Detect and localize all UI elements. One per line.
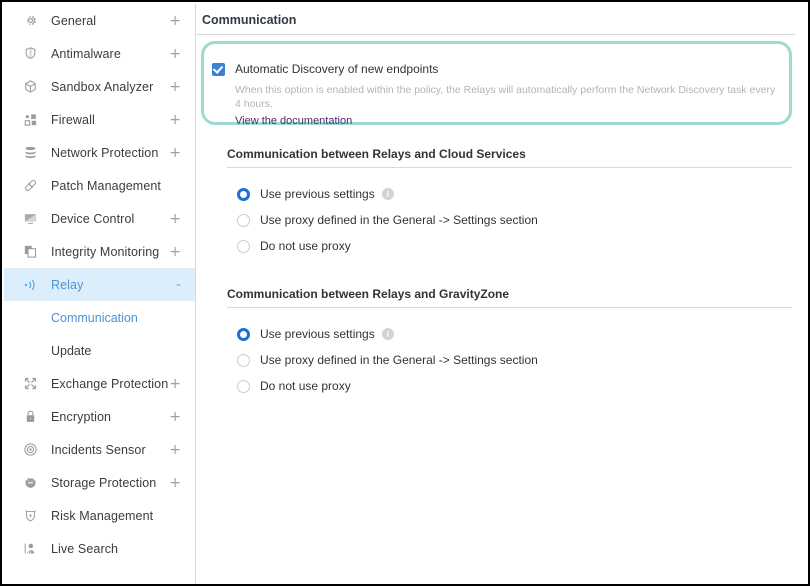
- sidebar-expander[interactable]: +: [169, 47, 181, 61]
- radio-label: Use proxy defined in the General -> Sett…: [260, 213, 538, 227]
- sidebar-item-patch-management[interactable]: Patch Management: [4, 169, 195, 202]
- radio-do-not-use-proxy[interactable]: [237, 239, 250, 253]
- bandage-icon: [20, 176, 40, 196]
- sidebar-item-label: General: [51, 13, 97, 28]
- view-documentation-link[interactable]: View the documentation: [235, 115, 352, 127]
- radio-row-use-proxy-general-settings[interactable]: Use proxy defined in the General -> Sett…: [237, 207, 792, 233]
- sidebar-item-label: Incidents Sensor: [51, 442, 146, 457]
- radio-row-do-not-use-proxy[interactable]: Do not use proxy: [237, 233, 792, 259]
- sidebar-item-general[interactable]: General +: [4, 4, 195, 37]
- main-content: Communication Automatic Discovery of new…: [197, 4, 806, 582]
- automatic-discovery-highlight-box: Automatic Discovery of new endpoints Whe…: [201, 41, 792, 127]
- sidebar-item-label: Encryption: [51, 409, 112, 424]
- radio-label: Use previous settings: [260, 327, 375, 341]
- storage-icon: [20, 473, 40, 493]
- sidebar-expander[interactable]: +: [169, 146, 181, 160]
- radio-label: Use proxy defined in the General -> Sett…: [260, 353, 538, 367]
- sidebar-item-exchange-protection[interactable]: Exchange Protection +: [4, 367, 195, 400]
- sidebar-item-antimalware[interactable]: Antimalware +: [4, 37, 195, 70]
- sidebar-item-label: Firewall: [51, 112, 95, 127]
- sidebar-item-label: Risk Management: [51, 508, 154, 523]
- relay-icon: [20, 275, 40, 295]
- title-divider: [197, 34, 795, 35]
- sidebar-expander[interactable]: -: [176, 278, 181, 292]
- radio-row-use-previous-settings[interactable]: Use previous settings i: [237, 321, 792, 347]
- sidebar-expander[interactable]: +: [169, 476, 181, 490]
- copy-icon: [20, 242, 40, 262]
- shield-icon: [20, 44, 40, 64]
- sidebar-subitem-update[interactable]: Update: [4, 334, 195, 367]
- sidebar-item-label: Device Control: [51, 211, 135, 226]
- sidebar-expander[interactable]: +: [169, 410, 181, 424]
- automatic-discovery-description: When this option is enabled within the p…: [235, 84, 776, 110]
- automatic-discovery-row[interactable]: Automatic Discovery of new endpoints: [204, 44, 789, 76]
- sidebar-item-firewall[interactable]: Firewall +: [4, 103, 195, 136]
- cube-icon: [20, 77, 40, 97]
- sidebar-subitem-label: Communication: [51, 310, 138, 325]
- radio-do-not-use-proxy[interactable]: [237, 379, 250, 393]
- page-title: Communication: [202, 13, 297, 27]
- search-person-icon: [20, 539, 40, 559]
- sidebar-item-network-protection[interactable]: Network Protection +: [4, 136, 195, 169]
- automatic-discovery-checkbox[interactable]: [212, 63, 225, 76]
- radio-use-previous-settings[interactable]: [237, 327, 250, 341]
- info-icon[interactable]: i: [381, 188, 394, 200]
- sidebar-item-label: Antimalware: [51, 46, 121, 61]
- sidebar-item-label: Storage Protection: [51, 475, 157, 490]
- sidebar-item-risk-management[interactable]: Risk Management: [4, 499, 195, 532]
- info-icon[interactable]: i: [381, 328, 394, 340]
- section-title: Communication between Relays and Gravity…: [227, 287, 510, 301]
- section-title: Communication between Relays and Cloud S…: [227, 147, 526, 161]
- radio-label: Use previous settings: [260, 187, 375, 201]
- sidebar-subitem-label: Update: [51, 343, 92, 358]
- radio-use-proxy-general-settings[interactable]: [237, 213, 250, 227]
- blocks-icon: [20, 110, 40, 130]
- radio-use-previous-settings[interactable]: [237, 187, 250, 201]
- section-relays-gravityzone: Communication between Relays and Gravity…: [227, 287, 792, 399]
- risk-icon: [20, 506, 40, 526]
- app-window: General + Antimalware + Sandbox Analyzer…: [0, 0, 810, 586]
- radio-label: Do not use proxy: [260, 239, 351, 253]
- sidebar-item-label: Integrity Monitoring: [51, 244, 160, 259]
- exchange-icon: [20, 374, 40, 394]
- radio-group-cloud-services: Use previous settings i Use proxy define…: [227, 168, 792, 259]
- section-relays-cloud-services: Communication between Relays and Cloud S…: [227, 147, 792, 259]
- sidebar-item-device-control[interactable]: Device Control +: [4, 202, 195, 235]
- sidebar-item-integrity-monitoring[interactable]: Integrity Monitoring +: [4, 235, 195, 268]
- lock-icon: [20, 407, 40, 427]
- sidebar: General + Antimalware + Sandbox Analyzer…: [4, 4, 196, 584]
- radio-use-proxy-general-settings[interactable]: [237, 353, 250, 367]
- sidebar-expander[interactable]: +: [169, 212, 181, 226]
- radio-group-gravityzone: Use previous settings i Use proxy define…: [227, 308, 792, 399]
- sidebar-expander[interactable]: +: [169, 245, 181, 259]
- stack-icon: [20, 143, 40, 163]
- sidebar-item-label: Patch Management: [51, 178, 161, 193]
- sidebar-item-label: Sandbox Analyzer: [51, 79, 154, 94]
- sidebar-item-label: Live Search: [51, 541, 119, 556]
- radio-row-do-not-use-proxy[interactable]: Do not use proxy: [237, 373, 792, 399]
- sidebar-item-incidents-sensor[interactable]: Incidents Sensor +: [4, 433, 195, 466]
- sidebar-item-live-search[interactable]: Live Search: [4, 532, 195, 565]
- sidebar-item-sandbox-analyzer[interactable]: Sandbox Analyzer +: [4, 70, 195, 103]
- radio-row-use-previous-settings[interactable]: Use previous settings i: [237, 181, 792, 207]
- sidebar-expander[interactable]: +: [169, 377, 181, 391]
- monitor-icon: [20, 209, 40, 229]
- sidebar-subitem-communication[interactable]: Communication: [4, 301, 195, 334]
- sidebar-item-label: Exchange Protection: [51, 376, 169, 391]
- gear-icon: [20, 11, 40, 31]
- sidebar-expander[interactable]: +: [169, 113, 181, 127]
- sidebar-item-encryption[interactable]: Encryption +: [4, 400, 195, 433]
- automatic-discovery-label: Automatic Discovery of new endpoints: [235, 62, 439, 76]
- target-icon: [20, 440, 40, 460]
- sidebar-expander[interactable]: +: [169, 443, 181, 457]
- sidebar-item-label: Network Protection: [51, 145, 159, 160]
- radio-label: Do not use proxy: [260, 379, 351, 393]
- sidebar-item-label: Relay: [51, 277, 84, 292]
- sidebar-item-storage-protection[interactable]: Storage Protection +: [4, 466, 195, 499]
- radio-row-use-proxy-general-settings[interactable]: Use proxy defined in the General -> Sett…: [237, 347, 792, 373]
- sidebar-expander[interactable]: +: [169, 80, 181, 94]
- sidebar-item-relay[interactable]: Relay -: [4, 268, 195, 301]
- sidebar-expander[interactable]: +: [169, 14, 181, 28]
